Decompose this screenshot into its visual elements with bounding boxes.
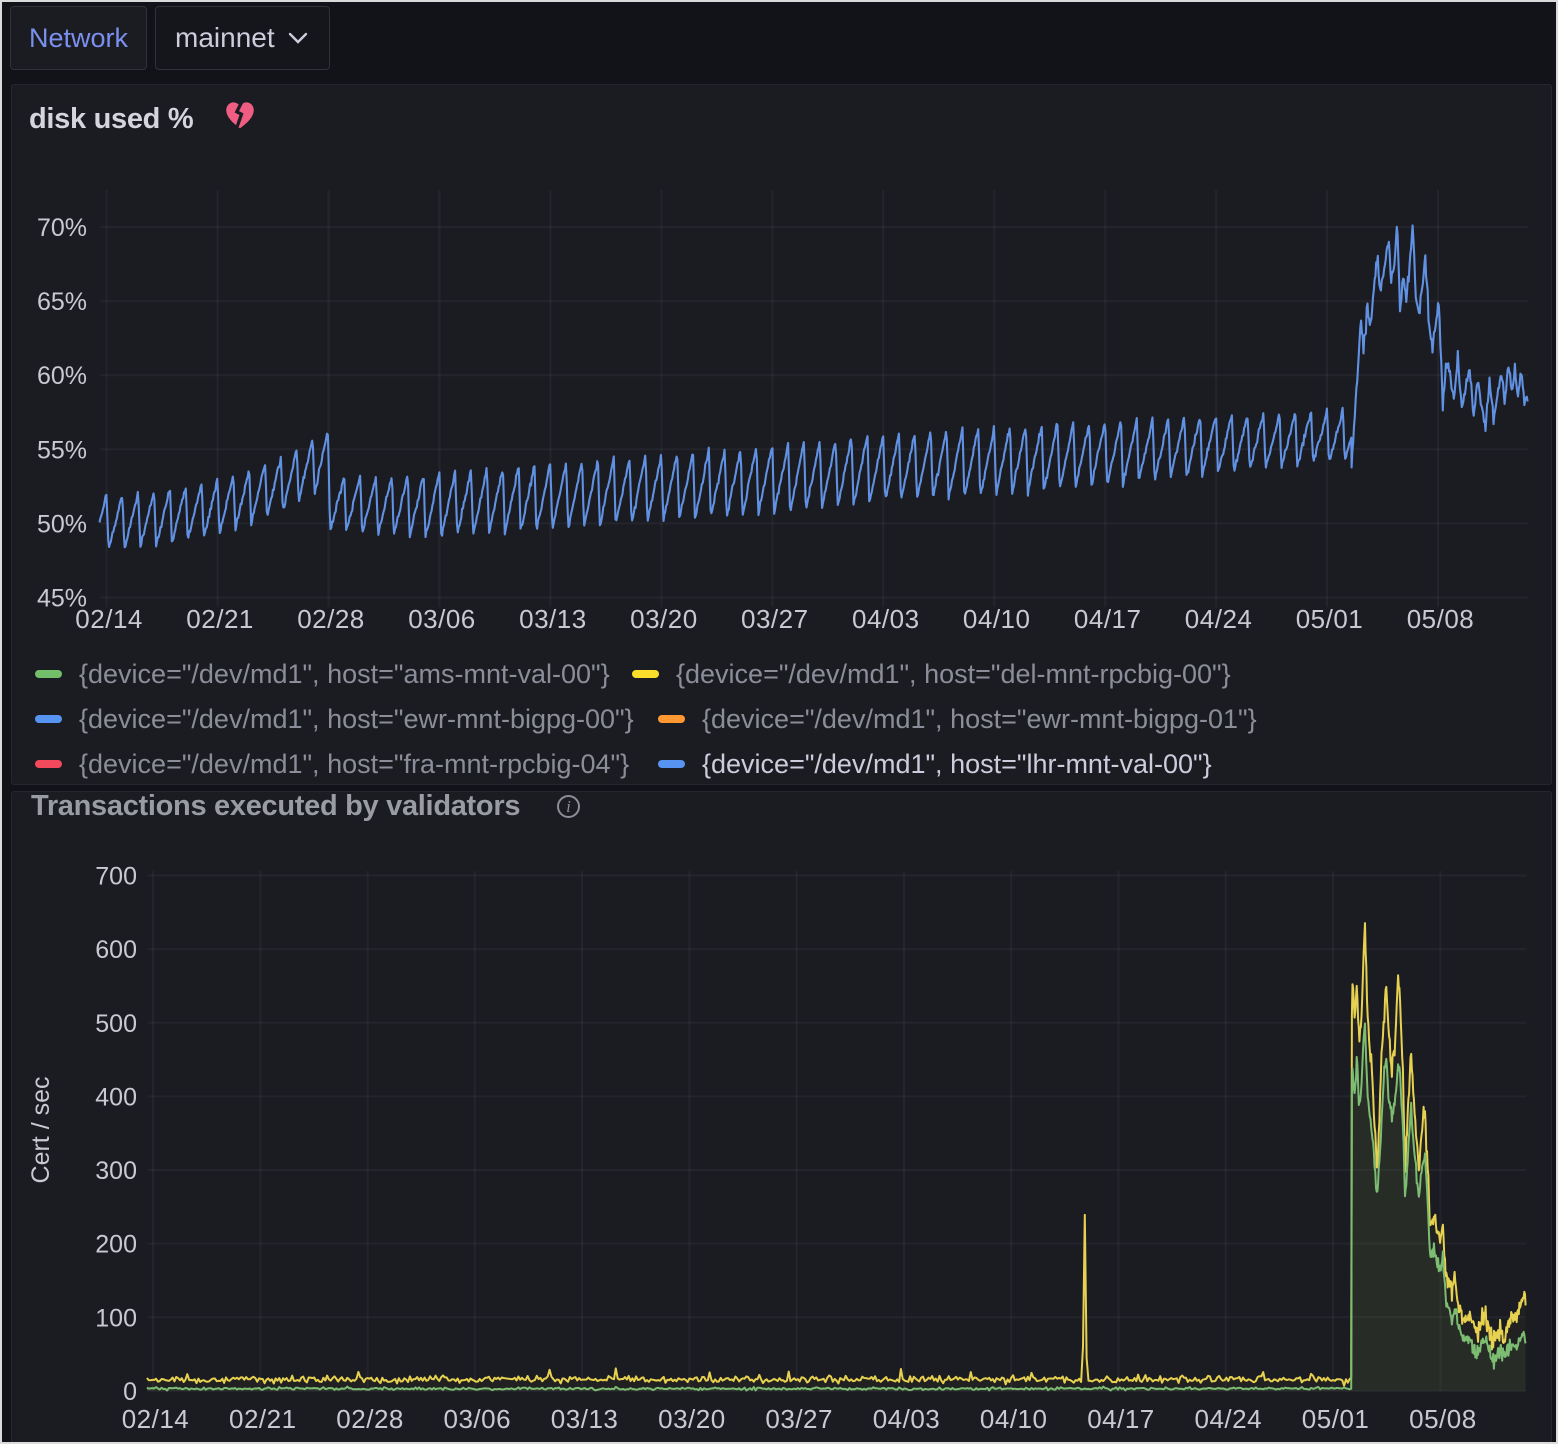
svg-text:03/06: 03/06 [408, 604, 476, 634]
svg-text:700: 700 [95, 863, 137, 891]
svg-text:05/08: 05/08 [1409, 1404, 1477, 1434]
svg-text:500: 500 [95, 1010, 137, 1038]
svg-text:02/28: 02/28 [336, 1404, 404, 1434]
svg-text:Cert / sec: Cert / sec [27, 1077, 55, 1184]
svg-text:03/27: 03/27 [765, 1404, 833, 1434]
svg-text:70%: 70% [37, 214, 87, 242]
svg-text:03/13: 03/13 [519, 604, 587, 634]
svg-text:03/20: 03/20 [630, 604, 698, 634]
svg-text:60%: 60% [37, 362, 87, 390]
svg-text:02/21: 02/21 [229, 1404, 297, 1434]
svg-text:03/27: 03/27 [741, 604, 809, 634]
svg-text:200: 200 [95, 1231, 137, 1259]
svg-text:04/24: 04/24 [1195, 1404, 1263, 1434]
svg-text:04/03: 04/03 [873, 1404, 941, 1434]
svg-text:03/13: 03/13 [551, 1404, 619, 1434]
svg-text:600: 600 [95, 936, 137, 964]
svg-text:03/06: 03/06 [444, 1404, 512, 1434]
svg-text:02/14: 02/14 [75, 604, 143, 634]
svg-text:02/28: 02/28 [297, 604, 365, 634]
svg-text:50%: 50% [37, 510, 87, 538]
svg-text:03/20: 03/20 [658, 1404, 726, 1434]
svg-text:55%: 55% [37, 436, 87, 464]
svg-text:65%: 65% [37, 288, 87, 316]
svg-text:02/21: 02/21 [186, 604, 254, 634]
svg-text:04/17: 04/17 [1074, 604, 1142, 634]
svg-text:04/10: 04/10 [980, 1404, 1048, 1434]
svg-text:04/24: 04/24 [1185, 604, 1253, 634]
svg-text:05/01: 05/01 [1296, 604, 1364, 634]
svg-text:300: 300 [95, 1157, 137, 1185]
svg-text:02/14: 02/14 [122, 1404, 190, 1434]
svg-text:400: 400 [95, 1083, 137, 1111]
svg-text:0: 0 [123, 1378, 137, 1406]
svg-text:04/03: 04/03 [852, 604, 920, 634]
svg-text:100: 100 [95, 1304, 137, 1332]
svg-text:04/10: 04/10 [963, 604, 1031, 634]
svg-text:05/01: 05/01 [1302, 1404, 1370, 1434]
svg-text:05/08: 05/08 [1407, 604, 1475, 634]
svg-text:04/17: 04/17 [1087, 1404, 1155, 1434]
